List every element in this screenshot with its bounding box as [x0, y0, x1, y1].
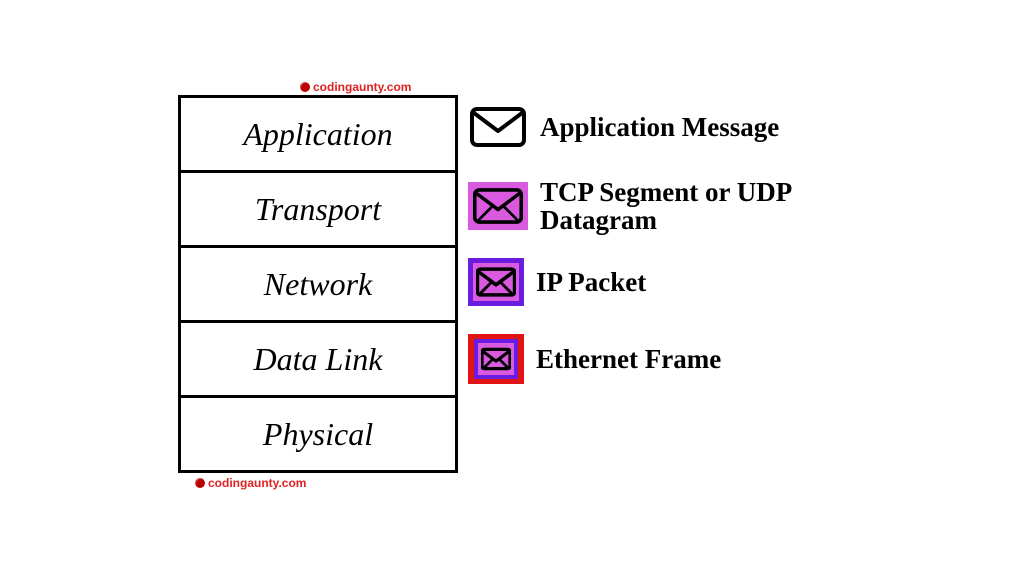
- envelope-icon: [468, 334, 524, 384]
- layer-label: Network: [264, 266, 372, 303]
- watermark-dot-icon: [300, 82, 310, 92]
- pdu-label: TCP Segment or UDP Datagram: [540, 178, 890, 235]
- layer-stack: Application Transport Network Data Link …: [178, 95, 458, 473]
- layer-datalink: Data Link: [178, 320, 458, 398]
- layer-label: Physical: [263, 416, 373, 453]
- pdu-label: Ethernet Frame: [536, 345, 721, 373]
- watermark-dot-icon: [195, 478, 205, 488]
- layer-label: Data Link: [254, 341, 383, 378]
- layer-label: Application: [243, 116, 392, 153]
- pdu-label: IP Packet: [536, 268, 646, 296]
- layer-label: Transport: [255, 191, 381, 228]
- watermark-text: codingaunty.com: [313, 80, 411, 94]
- envelope-icon: [468, 258, 524, 306]
- layer-physical: Physical: [178, 395, 458, 473]
- envelope-icon: [468, 104, 528, 150]
- pdu-row-network: IP Packet: [468, 258, 646, 306]
- pdu-label: Application Message: [540, 113, 779, 141]
- watermark-text: codingaunty.com: [208, 476, 306, 490]
- watermark-bottom: codingaunty.com: [195, 476, 306, 490]
- pdu-row-application: Application Message: [468, 104, 779, 150]
- pdu-row-datalink: Ethernet Frame: [468, 334, 721, 384]
- pdu-row-transport: TCP Segment or UDP Datagram: [468, 178, 890, 235]
- layer-network: Network: [178, 245, 458, 323]
- layer-application: Application: [178, 95, 458, 173]
- envelope-icon: [468, 182, 528, 230]
- layer-transport: Transport: [178, 170, 458, 248]
- watermark-top: codingaunty.com: [300, 80, 411, 94]
